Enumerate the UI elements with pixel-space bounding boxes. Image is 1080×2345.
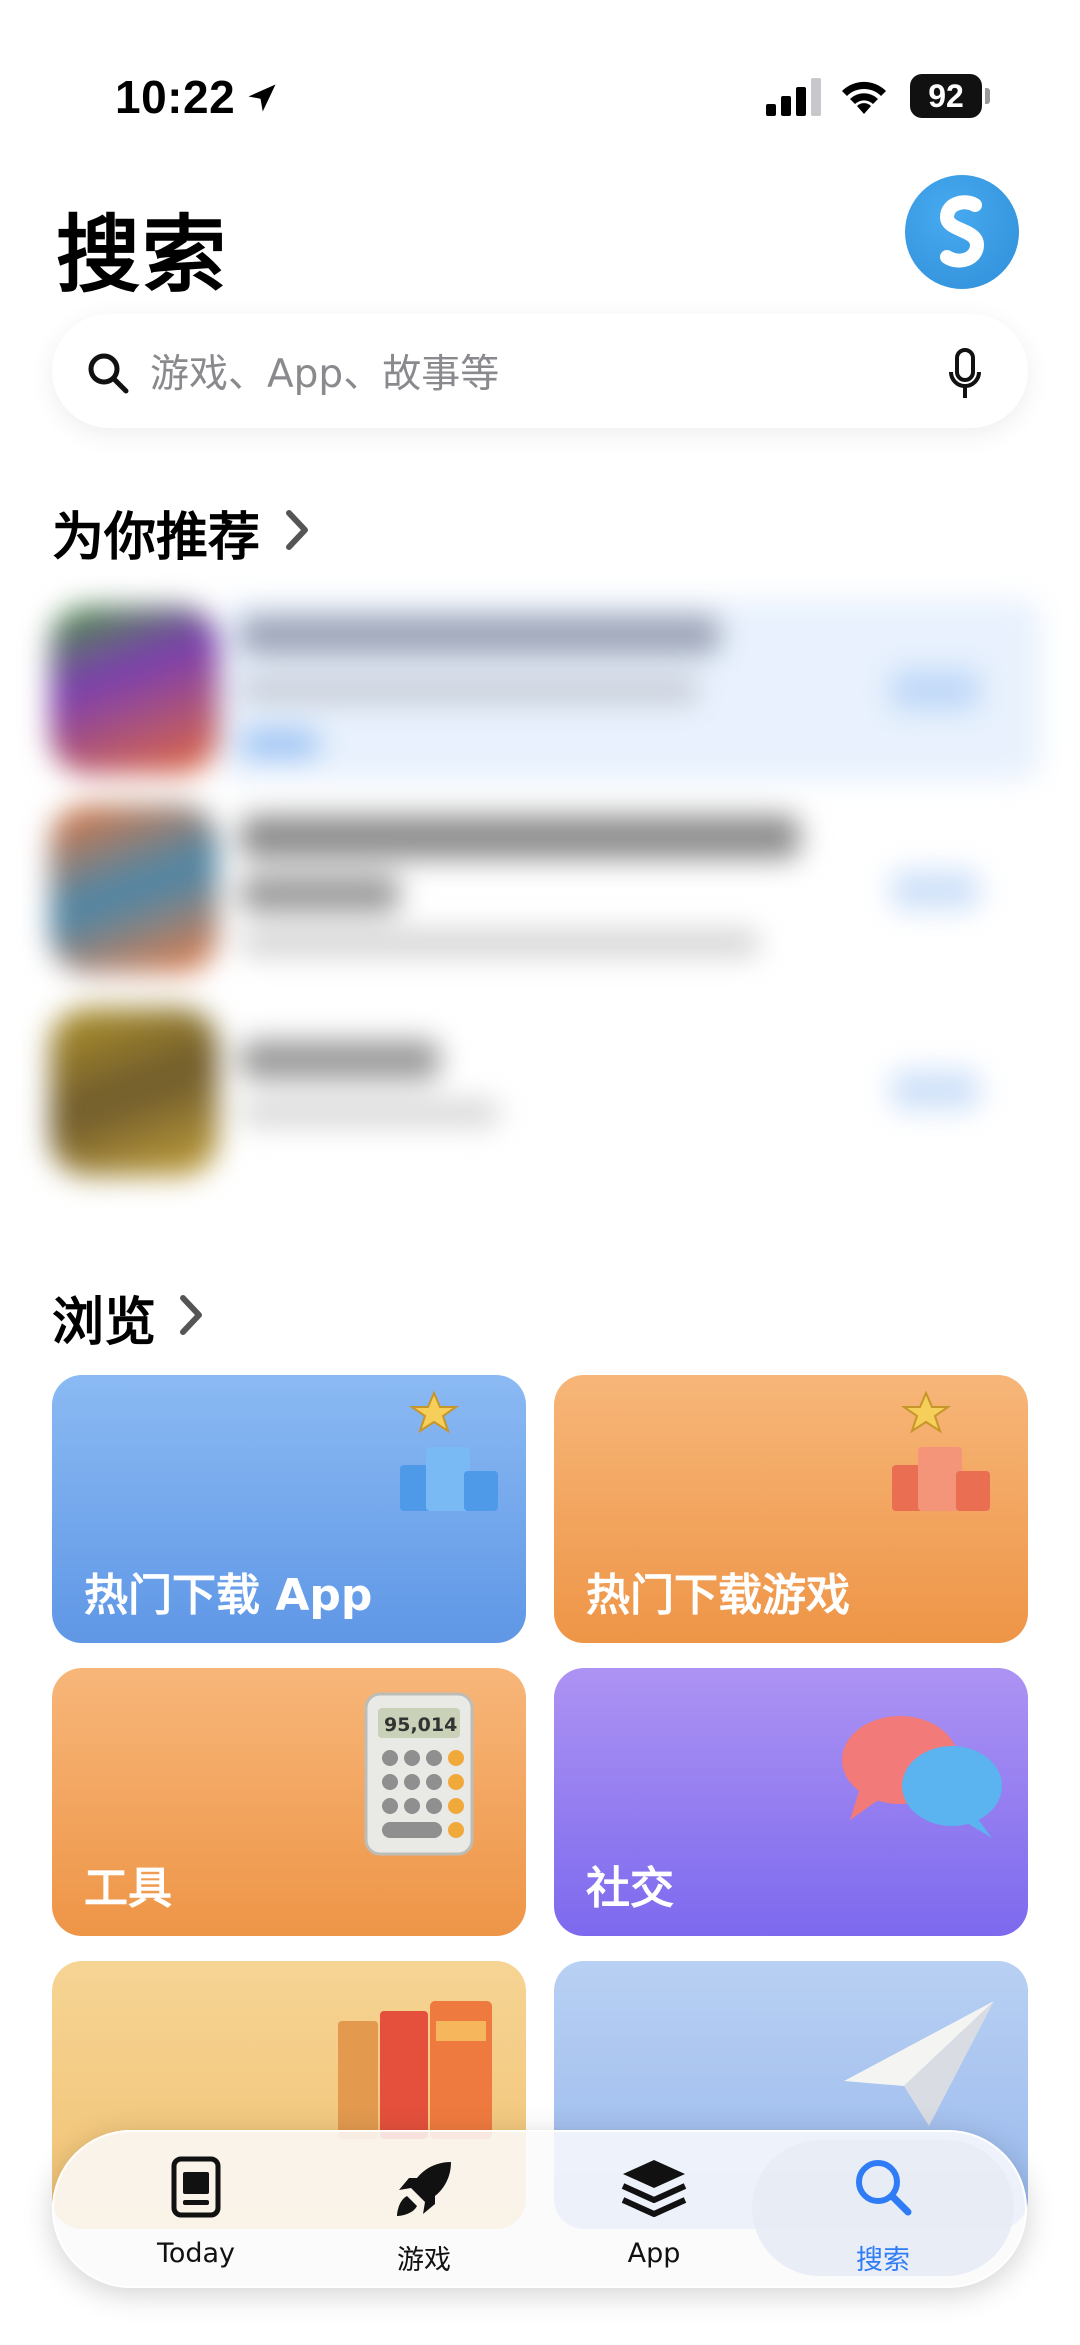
tile-label: 工具 (84, 1863, 172, 1914)
tab-label: App (627, 2238, 681, 2269)
tile-label: 热门下载 App (84, 1570, 373, 1621)
recommended-section-title[interactable]: 为你推荐 (52, 495, 260, 570)
status-time: 10:22 (115, 71, 236, 123)
avatar-s-icon (939, 195, 985, 268)
tab-label: 搜索 (856, 2245, 910, 2276)
browse-tile-social[interactable]: 社交 (554, 1668, 1028, 1936)
podium-icon (400, 1390, 498, 1511)
tab-search[interactable]: 搜索 (767, 2134, 999, 2284)
tab-apps[interactable]: App (538, 2134, 770, 2284)
wifi-icon (842, 81, 886, 114)
chevron-right-icon[interactable] (284, 508, 310, 552)
tab-today[interactable]: Today (80, 2134, 312, 2284)
tile-label: 社交 (586, 1863, 674, 1914)
browse-tile-top-games[interactable]: 热门下载游戏 (554, 1375, 1028, 1643)
rocket-icon (397, 2162, 451, 2216)
search-icon (856, 2160, 912, 2216)
chevron-right-icon[interactable] (178, 1293, 204, 1337)
tab-label: 游戏 (397, 2245, 451, 2276)
podium-icon (892, 1390, 990, 1511)
battery-level: 92 (910, 74, 982, 118)
browse-tile-tools[interactable]: 95,014 工具 (52, 1668, 526, 1936)
chat-bubbles-icon (842, 1716, 1002, 1838)
microphone-icon[interactable] (948, 348, 982, 400)
browse-section-title[interactable]: 浏览 (52, 1280, 156, 1355)
tab-label: Today (156, 2238, 236, 2269)
calculator-display-text: 95,014 (384, 1714, 457, 1736)
profile-avatar[interactable] (905, 175, 1019, 289)
cellular-signal-icon (766, 78, 821, 116)
browse-tile-top-apps[interactable]: 热门下载 App (52, 1375, 526, 1643)
search-icon (88, 353, 129, 394)
tab-games[interactable]: 游戏 (308, 2134, 540, 2284)
battery-indicator: 92 (910, 74, 990, 118)
paper-plane-icon (844, 2001, 994, 2126)
calculator-icon: 95,014 (364, 1692, 474, 1856)
tile-label: 热门下载游戏 (586, 1570, 850, 1621)
recommended-list (0, 590, 1080, 1200)
layers-icon (621, 2160, 687, 2217)
location-arrow-icon (248, 84, 276, 112)
today-icon (171, 2156, 221, 2218)
books-icon (338, 2001, 492, 2139)
page-title: 搜索 (56, 208, 229, 302)
search-input[interactable] (150, 344, 910, 404)
